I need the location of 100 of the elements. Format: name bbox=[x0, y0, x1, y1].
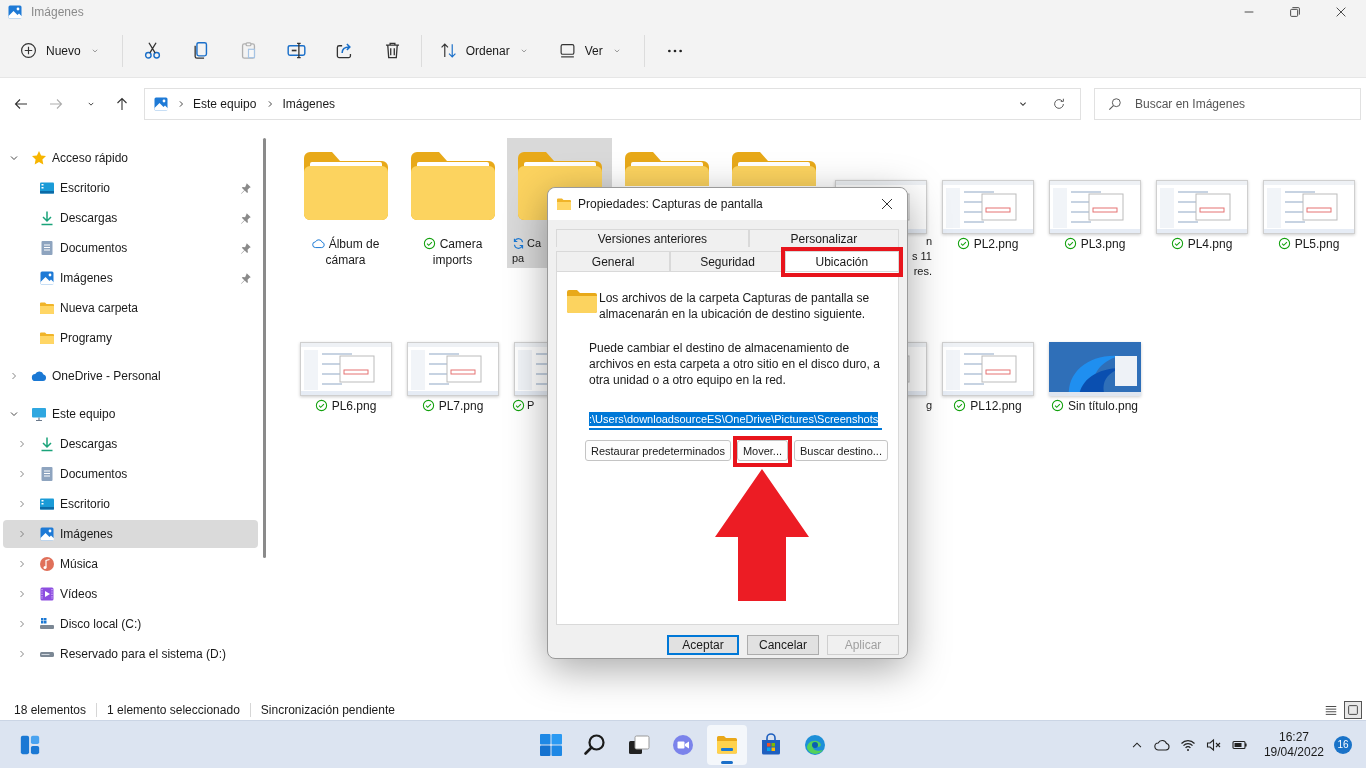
highlight-frame bbox=[732, 436, 793, 467]
close-icon[interactable] bbox=[1334, 5, 1348, 19]
file-name: g bbox=[925, 398, 932, 413]
back-arrow-icon[interactable] bbox=[13, 96, 29, 112]
hint-text: Puede cambiar el destino de almacenamiento de archivos en esta carpeta a otro sitio en el disco duro, a otra unidad o a otro equipo en la red. bbox=[589, 340, 881, 388]
document-icon bbox=[39, 466, 55, 482]
view-button[interactable]: Ver bbox=[550, 33, 630, 68]
tree-item[interactable]: Descargas bbox=[3, 430, 258, 458]
view-toggle[interactable] bbox=[1344, 701, 1362, 719]
file-name: Ca bbox=[527, 236, 542, 251]
file-name: PL7.png bbox=[438, 399, 484, 413]
check-circle-icon bbox=[421, 399, 435, 412]
status-text: 1 elemento seleccionado bbox=[107, 703, 240, 717]
pin-icon bbox=[239, 271, 252, 285]
store-bag-icon[interactable] bbox=[759, 732, 783, 757]
sort-arrows-icon bbox=[439, 42, 457, 59]
breadcrumb[interactable]: Este equipo bbox=[193, 97, 257, 111]
tree-item[interactable]: Vídeos bbox=[3, 580, 258, 608]
file-item[interactable]: Sin título.png bbox=[1042, 300, 1147, 430]
check-circle-icon bbox=[422, 237, 436, 250]
file-item[interactable]: PL7.png bbox=[400, 300, 505, 430]
tree-item[interactable]: Este equipo bbox=[3, 400, 258, 428]
cloud-outline-icon bbox=[311, 237, 325, 250]
scissors-icon[interactable] bbox=[143, 41, 163, 60]
up-arrow-icon[interactable] bbox=[114, 96, 130, 112]
search-icon[interactable] bbox=[583, 732, 607, 757]
file-name: n bbox=[925, 234, 932, 249]
tree-item[interactable]: Imágenes bbox=[3, 264, 258, 292]
task-view-icon[interactable] bbox=[627, 732, 651, 757]
tree-item[interactable]: Nueva carpeta bbox=[3, 294, 258, 322]
tab[interactable]: Personalizar bbox=[748, 229, 899, 247]
clock-date[interactable]: 19/04/2022 bbox=[1263, 744, 1324, 760]
tree-item[interactable]: Música bbox=[3, 550, 258, 578]
music-note-icon bbox=[39, 556, 55, 572]
dialog-button[interactable]: Cancelar bbox=[747, 635, 819, 655]
picture-icon bbox=[39, 270, 55, 286]
tree-item[interactable]: Acceso rápido bbox=[3, 144, 258, 172]
file-name: Álbum de cámara bbox=[325, 237, 380, 267]
file-item[interactable]: PL12.png bbox=[935, 300, 1040, 430]
widgets-icon[interactable] bbox=[19, 733, 41, 756]
check-circle-icon bbox=[1277, 237, 1291, 250]
file-name: s 11 bbox=[912, 249, 932, 264]
sort-button[interactable]: Ordenar bbox=[431, 33, 537, 68]
tree-item[interactable]: Documentos bbox=[3, 234, 258, 262]
folder-icon bbox=[39, 300, 55, 316]
browser-icon[interactable] bbox=[803, 732, 827, 757]
tree-item[interactable]: Programy bbox=[3, 324, 258, 352]
file-name: PL5.png bbox=[1294, 237, 1340, 251]
refresh-icon[interactable] bbox=[1052, 97, 1066, 111]
file-item[interactable]: PL3.png bbox=[1042, 138, 1147, 268]
tree-item[interactable]: Disco local (C:) bbox=[3, 610, 258, 638]
folder-icon bbox=[731, 152, 816, 186]
file-item[interactable]: PL2.png bbox=[935, 138, 1040, 268]
file-item[interactable]: PL5.png bbox=[1256, 138, 1361, 268]
file-item[interactable]: Camera imports bbox=[400, 138, 505, 268]
tree-item[interactable]: Imágenes bbox=[3, 520, 258, 548]
dialog-button[interactable]: Aceptar bbox=[667, 635, 739, 655]
dialog-button[interactable]: Restaurar predeterminados bbox=[585, 440, 731, 461]
file-item[interactable]: PL6.png bbox=[293, 300, 398, 430]
monitor-icon bbox=[558, 42, 576, 59]
taskbar-button[interactable] bbox=[707, 724, 747, 765]
tab[interactable]: Ubicación bbox=[784, 251, 899, 271]
check-circle-icon bbox=[1063, 237, 1077, 250]
picture-icon bbox=[39, 526, 55, 542]
folder-icon bbox=[410, 152, 495, 220]
chat-icon[interactable] bbox=[671, 732, 695, 757]
tab[interactable]: General bbox=[556, 251, 671, 271]
file-item[interactable]: PL4.png bbox=[1149, 138, 1254, 268]
restore-icon[interactable] bbox=[1288, 5, 1302, 19]
new-button[interactable]: Nuevo bbox=[12, 33, 108, 68]
muted-speaker-icon[interactable] bbox=[1205, 736, 1222, 753]
tree-item[interactable]: Reservado para el sistema (D:) bbox=[3, 640, 258, 668]
breadcrumb[interactable]: Imágenes bbox=[282, 97, 336, 111]
drive-icon bbox=[39, 616, 55, 632]
scrollbar[interactable] bbox=[263, 138, 266, 558]
tree-item[interactable]: Documentos bbox=[3, 460, 258, 488]
check-circle-icon bbox=[1170, 237, 1184, 250]
dialog-button[interactable]: Buscar destino... bbox=[794, 440, 888, 461]
windows-logo-icon[interactable] bbox=[539, 732, 563, 757]
notification-badge[interactable]: 16 bbox=[1334, 735, 1352, 754]
close-icon[interactable] bbox=[879, 196, 895, 212]
search-field[interactable]: Buscar en Imágenes bbox=[1094, 88, 1361, 120]
download-arrow-icon bbox=[39, 210, 55, 226]
file-name: PL4.png bbox=[1187, 237, 1233, 251]
file-item[interactable]: Álbum de cámara bbox=[293, 138, 398, 268]
tree-item[interactable]: OneDrive - Personal bbox=[3, 362, 258, 390]
tab[interactable]: Versiones anteriores bbox=[556, 229, 749, 247]
film-icon bbox=[39, 586, 55, 602]
tree-item[interactable]: Descargas bbox=[3, 204, 258, 232]
status-text: 18 elementos bbox=[14, 703, 87, 717]
file-name: Camera imports bbox=[432, 237, 483, 267]
address-bar[interactable]: Este equipo Imágenes bbox=[144, 88, 1081, 120]
picture-icon bbox=[153, 96, 169, 112]
tree-item[interactable]: Escritorio bbox=[3, 490, 258, 518]
window-title: Imágenes bbox=[31, 5, 84, 19]
rename-icon[interactable] bbox=[287, 41, 307, 60]
tree-item[interactable]: Escritorio bbox=[3, 174, 258, 202]
picture-icon bbox=[7, 4, 23, 20]
dialog-button[interactable]: Mover... bbox=[736, 440, 789, 461]
clock-time[interactable]: 16:27 bbox=[1278, 729, 1309, 745]
